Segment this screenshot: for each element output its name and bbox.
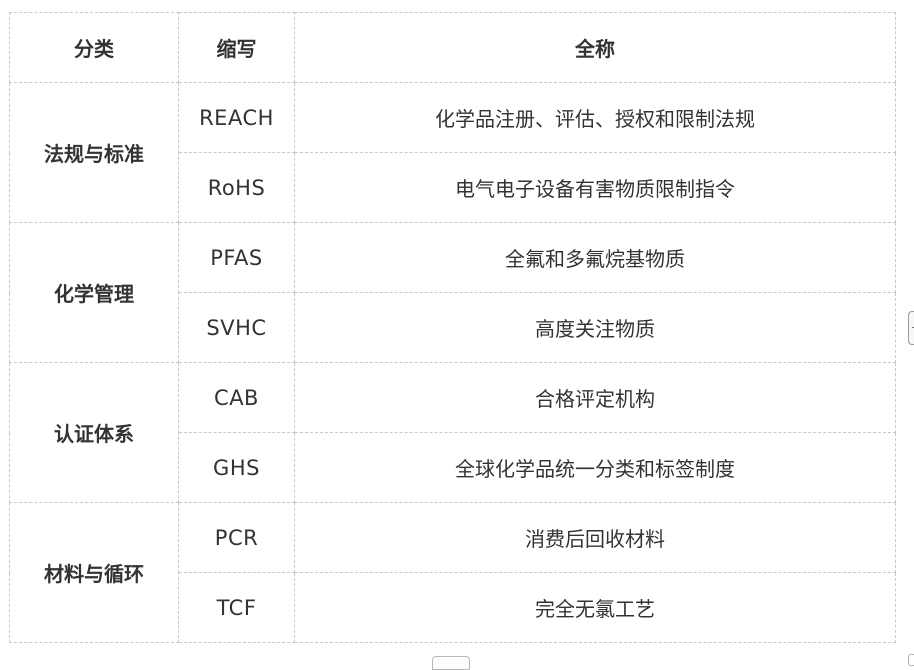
category-cell: 化学管理 [9, 222, 179, 363]
full-name-cell: 电气电子设备有害物质限制指令 [294, 152, 896, 223]
category-cell: 材料与循环 [9, 502, 179, 643]
category-cell: 法规与标准 [9, 82, 179, 223]
abbreviation-cell: RoHS [178, 152, 295, 223]
table-row: 材料与循环 PCR 消费后回收材料 [9, 502, 896, 643]
side-toolbar-handle[interactable] [908, 311, 914, 345]
full-name-cell: 合格评定机构 [294, 362, 896, 433]
abbreviation-cell: PFAS [178, 222, 295, 293]
abbreviation-cell: PCR [178, 502, 295, 573]
table-row: 认证体系 CAB 合格评定机构 [9, 362, 896, 503]
full-name-cell: 完全无氯工艺 [294, 572, 896, 643]
glossary-table: 分类 缩写 全称 法规与标准 REACH 化学品注册、评估、授权和限制法规 Ro… [9, 12, 896, 643]
full-name-cell: 全氟和多氟烷基物质 [294, 222, 896, 293]
category-cell: 认证体系 [9, 362, 179, 503]
abbreviation-cell: CAB [178, 362, 295, 433]
full-name-cell: 全球化学品统一分类和标签制度 [294, 432, 896, 503]
full-name-cell: 化学品注册、评估、授权和限制法规 [294, 82, 896, 153]
table-header-row: 分类 缩写 全称 [9, 12, 896, 83]
abbreviation-cell: GHS [178, 432, 295, 503]
abbreviation-cell: REACH [178, 82, 295, 153]
bottom-popup-tab[interactable] [432, 656, 470, 670]
table-row: 法规与标准 REACH 化学品注册、评估、授权和限制法规 [9, 82, 896, 223]
header-category: 分类 [9, 12, 179, 83]
header-full-name: 全称 [294, 12, 896, 83]
full-name-cell: 消费后回收材料 [294, 502, 896, 573]
corner-control[interactable] [908, 654, 914, 666]
full-name-cell: 高度关注物质 [294, 292, 896, 363]
abbreviation-cell: SVHC [178, 292, 295, 363]
header-abbreviation: 缩写 [178, 12, 295, 83]
abbreviation-cell: TCF [178, 572, 295, 643]
table-row: 化学管理 PFAS 全氟和多氟烷基物质 [9, 222, 896, 363]
